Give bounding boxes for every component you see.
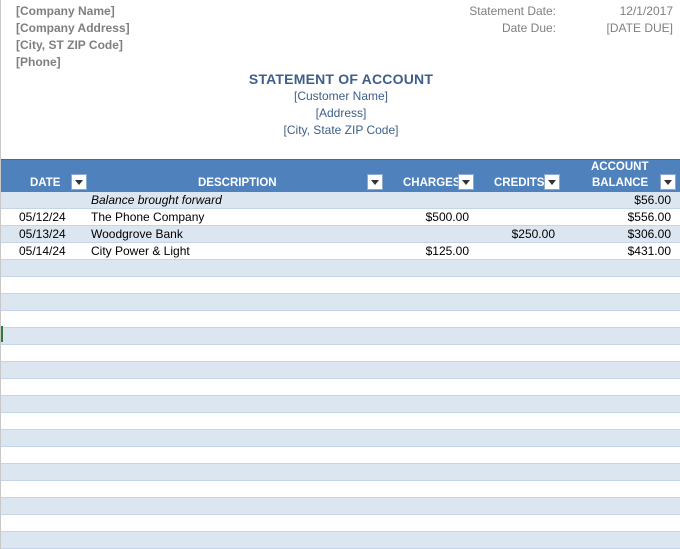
- charges-filter-dropdown-icon[interactable]: [458, 174, 474, 190]
- table-row[interactable]: [1, 413, 680, 430]
- balance-cell[interactable]: $431.00: [628, 243, 671, 259]
- statement-date-label: Statement Date:: [469, 4, 556, 18]
- table-row[interactable]: 05/14/24 City Power & Light $125.00 $431.00: [1, 243, 680, 260]
- company-address[interactable]: [Company Address]: [16, 20, 130, 37]
- description-cell[interactable]: Balance brought forward: [91, 192, 222, 208]
- header-date: DATE: [30, 177, 61, 189]
- date-due-value[interactable]: [DATE DUE]: [607, 20, 673, 37]
- header-description: DESCRIPTION: [198, 177, 277, 189]
- date-due-label: Date Due:: [501, 21, 556, 35]
- page-title: STATEMENT OF ACCOUNT: [248, 71, 434, 87]
- customer-address[interactable]: [Address]: [1, 105, 680, 122]
- table-row[interactable]: 05/13/24 Woodgrove Bank $250.00 $306.00: [1, 226, 680, 243]
- company-city[interactable]: [City, ST ZIP Code]: [16, 37, 130, 54]
- table-row[interactable]: [1, 447, 680, 464]
- statement-date-value[interactable]: 12/1/2017: [620, 3, 673, 20]
- table-row[interactable]: [1, 396, 680, 413]
- row-marker: [1, 326, 3, 342]
- credits-filter-dropdown-icon[interactable]: [544, 174, 560, 190]
- date-cell[interactable]: 05/12/24: [19, 209, 66, 225]
- description-cell[interactable]: The Phone Company: [91, 209, 204, 225]
- header-credits: CREDITS: [494, 177, 545, 189]
- statement-title-block: STATEMENT OF ACCOUNT [Customer Name] [Ad…: [1, 70, 680, 139]
- balance-cell[interactable]: $556.00: [628, 209, 671, 225]
- charges-cell[interactable]: $125.00: [426, 243, 469, 259]
- statement-sheet: [Company Name] [Company Address] [City, …: [0, 0, 680, 549]
- company-info: [Company Name] [Company Address] [City, …: [16, 3, 130, 71]
- date-filter-dropdown-icon[interactable]: [71, 174, 87, 190]
- date-cell[interactable]: 05/13/24: [19, 226, 66, 242]
- table-row[interactable]: 05/12/24 The Phone Company $500.00 $556.00: [1, 209, 680, 226]
- company-phone[interactable]: [Phone]: [16, 54, 130, 71]
- header-account: ACCOUNT: [591, 161, 649, 173]
- description-filter-dropdown-icon[interactable]: [367, 174, 383, 190]
- table-row[interactable]: [1, 328, 680, 345]
- table-row[interactable]: [1, 294, 680, 311]
- table-row[interactable]: [1, 345, 680, 362]
- balance-cell[interactable]: $56.00: [634, 192, 671, 208]
- table-row[interactable]: [1, 515, 680, 532]
- charges-cell[interactable]: $500.00: [426, 209, 469, 225]
- table-header: DATE DESCRIPTION CHARGES CREDITS ACCOUNT…: [1, 159, 680, 192]
- table-row[interactable]: [1, 532, 680, 549]
- header-charges: CHARGES: [403, 177, 461, 189]
- balance-filter-dropdown-icon[interactable]: [660, 174, 676, 190]
- table-row[interactable]: [1, 430, 680, 447]
- header-balance: BALANCE: [592, 177, 649, 189]
- table-row[interactable]: [1, 311, 680, 328]
- table-row[interactable]: [1, 481, 680, 498]
- table-row[interactable]: Balance brought forward $56.00: [1, 192, 680, 209]
- table-row[interactable]: [1, 277, 680, 294]
- balance-cell[interactable]: $306.00: [628, 226, 671, 242]
- company-name[interactable]: [Company Name]: [16, 3, 130, 20]
- credits-cell[interactable]: $250.00: [512, 226, 555, 242]
- date-cell[interactable]: 05/14/24: [19, 243, 66, 259]
- description-cell[interactable]: City Power & Light: [91, 243, 190, 259]
- customer-city[interactable]: [City, State ZIP Code]: [1, 122, 680, 139]
- table-row[interactable]: [1, 379, 680, 396]
- table-row[interactable]: [1, 498, 680, 515]
- statement-rows: Balance brought forward $56.00 05/12/24 The…: [1, 192, 680, 549]
- table-row[interactable]: [1, 260, 680, 277]
- table-row[interactable]: [1, 362, 680, 379]
- customer-name[interactable]: [Customer Name]: [1, 88, 680, 105]
- table-row[interactable]: [1, 464, 680, 481]
- description-cell[interactable]: Woodgrove Bank: [91, 226, 183, 242]
